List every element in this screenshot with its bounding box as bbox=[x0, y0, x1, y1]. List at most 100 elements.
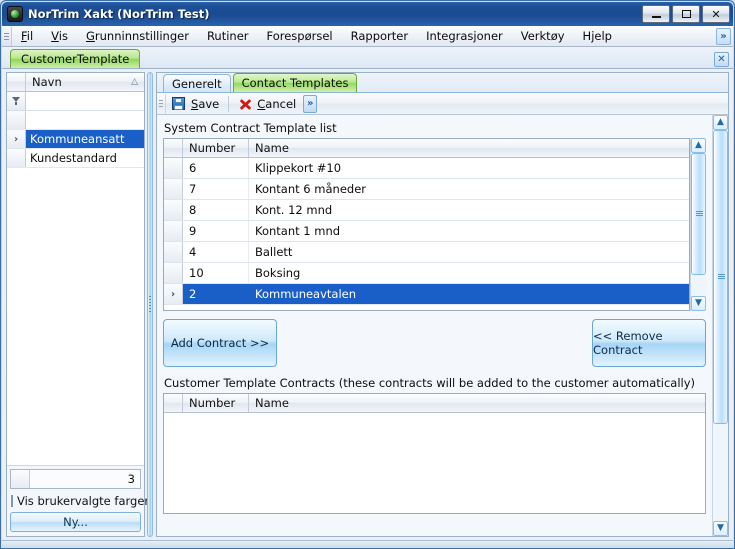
column-header-navn-label: Navn bbox=[32, 75, 62, 89]
column-header-number[interactable]: Number bbox=[183, 139, 249, 157]
row-indicator bbox=[7, 149, 26, 167]
grip-dots-icon bbox=[4, 32, 9, 40]
customer-grid-header: Number Name bbox=[164, 394, 705, 413]
row-indicator: › bbox=[164, 284, 183, 304]
tab-contact-templates[interactable]: Contact Templates bbox=[232, 73, 358, 92]
cell-name: Klippekort #10 bbox=[255, 161, 342, 175]
scroll-track[interactable] bbox=[713, 130, 728, 521]
filter-button[interactable] bbox=[7, 92, 26, 110]
menu-item-grunninnstillinger[interactable]: Grunninnstillinger bbox=[77, 27, 198, 45]
add-contract-button[interactable]: Add Contract >> bbox=[163, 319, 277, 367]
record-count-row: 3 bbox=[10, 469, 141, 489]
table-row[interactable]: 6 Klippekort #10 bbox=[164, 158, 689, 179]
detail-panel-scrollbar[interactable]: ▲ ▼ bbox=[712, 115, 728, 536]
close-button[interactable]: ✕ bbox=[702, 5, 730, 23]
remove-contract-button[interactable]: << Remove Contract bbox=[592, 319, 706, 367]
cell-name: Ballett bbox=[255, 245, 293, 259]
list-item[interactable]: Kundestandard bbox=[7, 149, 144, 168]
column-header-number[interactable]: Number bbox=[183, 394, 249, 412]
scroll-thumb[interactable] bbox=[713, 130, 728, 424]
cell-name: Boksing bbox=[255, 266, 301, 280]
vertical-splitter[interactable] bbox=[147, 72, 153, 537]
scroll-thumb[interactable] bbox=[691, 153, 706, 275]
template-list-header: Navn △ bbox=[7, 73, 144, 92]
cell-number: 7 bbox=[183, 179, 249, 199]
menu-item-verktoy[interactable]: Verktøy bbox=[512, 27, 574, 45]
menu-item-rutiner[interactable]: Rutiner bbox=[198, 27, 258, 45]
menu-item-integrasjoner[interactable]: Integrasjoner bbox=[417, 27, 512, 45]
menu-label-fil: il bbox=[26, 29, 34, 43]
menu-item-fil[interactable]: Fil bbox=[12, 27, 42, 45]
record-count-value: 3 bbox=[30, 470, 140, 488]
count-row-indicator bbox=[11, 470, 30, 488]
filter-input[interactable] bbox=[26, 92, 144, 110]
list-item[interactable] bbox=[7, 111, 144, 130]
template-list-grid: Navn △ › Kommuneansatt Kundestandard bbox=[7, 73, 144, 466]
toolbar-overflow-button[interactable]: » bbox=[303, 94, 318, 113]
detail-content: System Contract Template list Number Nam… bbox=[157, 115, 712, 536]
table-row[interactable]: › 2 Kommuneavtalen bbox=[164, 284, 689, 305]
template-list-filter-row[interactable] bbox=[7, 92, 144, 111]
system-grid-header: Number Name bbox=[164, 139, 689, 158]
cell-number: 10 bbox=[183, 263, 249, 283]
main-body: Navn △ › Kommuneansatt Kundestandard 3 V… bbox=[2, 69, 733, 540]
scroll-track[interactable] bbox=[691, 153, 706, 296]
cancel-button[interactable]: Cancel bbox=[232, 94, 302, 114]
new-button[interactable]: Ny... bbox=[10, 512, 141, 532]
list-item-label: Kundestandard bbox=[30, 151, 117, 165]
table-row[interactable]: 4 Ballett bbox=[164, 242, 689, 263]
menu-item-hjelp[interactable]: Hjelp bbox=[574, 27, 621, 45]
app-globe-icon bbox=[7, 6, 23, 22]
row-indicator bbox=[164, 158, 183, 178]
cancel-icon bbox=[238, 97, 253, 111]
menu-overflow-button[interactable]: » bbox=[716, 27, 731, 45]
scroll-down-button[interactable]: ▼ bbox=[713, 521, 728, 536]
table-row[interactable]: 7 Kontant 6 måneder bbox=[164, 179, 689, 200]
cell-number: 8 bbox=[183, 200, 249, 220]
show-user-colors-label: Vis brukervalgte farger bbox=[17, 493, 150, 508]
column-header-name[interactable]: Name bbox=[249, 139, 689, 157]
application-window: NorTrim Xakt (NorTrim Test) ✕ Fil Vis Gr… bbox=[0, 0, 735, 549]
menu-item-foresporsel[interactable]: Forespørsel bbox=[258, 27, 342, 45]
menu-label-vis: is bbox=[58, 29, 68, 43]
row-indicator-header bbox=[7, 73, 26, 91]
table-row[interactable]: 8 Kont. 12 mnd bbox=[164, 200, 689, 221]
show-user-colors-checkbox-row[interactable]: Vis brukervalgte farger bbox=[10, 492, 149, 509]
title-bar[interactable]: NorTrim Xakt (NorTrim Test) ✕ bbox=[2, 2, 733, 26]
table-row[interactable]: 10 Boksing bbox=[164, 263, 689, 284]
tab-generelt[interactable]: Generelt bbox=[163, 74, 231, 92]
save-button[interactable]: Save bbox=[166, 94, 225, 114]
row-indicator bbox=[164, 179, 183, 199]
scroll-up-button[interactable]: ▲ bbox=[691, 138, 706, 153]
row-indicator bbox=[7, 111, 26, 129]
menu-item-vis[interactable]: Vis bbox=[42, 27, 77, 45]
right-detail-panel: Generelt Contact Templates Save Cancel »… bbox=[156, 72, 729, 537]
list-item[interactable]: › Kommuneansatt bbox=[7, 130, 144, 149]
menu-item-rapporter[interactable]: Rapporter bbox=[342, 27, 417, 45]
status-bar bbox=[2, 540, 733, 547]
column-header-navn[interactable]: Navn △ bbox=[26, 73, 144, 91]
document-tab-customertemplate[interactable]: CustomerTemplate bbox=[10, 49, 141, 68]
scroll-up-button[interactable]: ▲ bbox=[713, 115, 728, 130]
toolbar-drag-grip[interactable] bbox=[157, 93, 166, 114]
system-grid-body: 6 Klippekort #10 7 Kontant 6 måneder 8 K… bbox=[164, 158, 689, 310]
document-tab-close-button[interactable]: ✕ bbox=[714, 52, 729, 67]
scroll-down-button[interactable]: ▼ bbox=[691, 296, 706, 311]
show-user-colors-checkbox[interactable] bbox=[11, 494, 13, 507]
minimize-button[interactable] bbox=[642, 5, 670, 23]
row-indicator-header bbox=[164, 139, 183, 157]
menu-drag-grip[interactable] bbox=[2, 26, 12, 46]
customer-grid-body bbox=[164, 413, 705, 513]
detail-toolbar: Save Cancel » bbox=[157, 93, 728, 115]
column-header-name[interactable]: Name bbox=[249, 394, 705, 412]
system-list-label: System Contract Template list bbox=[164, 121, 337, 135]
table-row[interactable]: 9 Kontant 1 mnd bbox=[164, 221, 689, 242]
list-item-label: Kommuneansatt bbox=[26, 130, 144, 148]
system-contract-grid-wrap: Number Name 6 Klippekort #10 7 Kontant 6… bbox=[163, 138, 706, 311]
system-grid-scrollbar[interactable]: ▲ ▼ bbox=[690, 138, 706, 311]
maximize-button[interactable] bbox=[672, 5, 700, 23]
close-icon: ✕ bbox=[711, 7, 721, 21]
row-indicator bbox=[164, 242, 183, 262]
minimize-icon bbox=[651, 16, 661, 18]
left-list-panel: Navn △ › Kommuneansatt Kundestandard 3 V… bbox=[6, 72, 149, 537]
